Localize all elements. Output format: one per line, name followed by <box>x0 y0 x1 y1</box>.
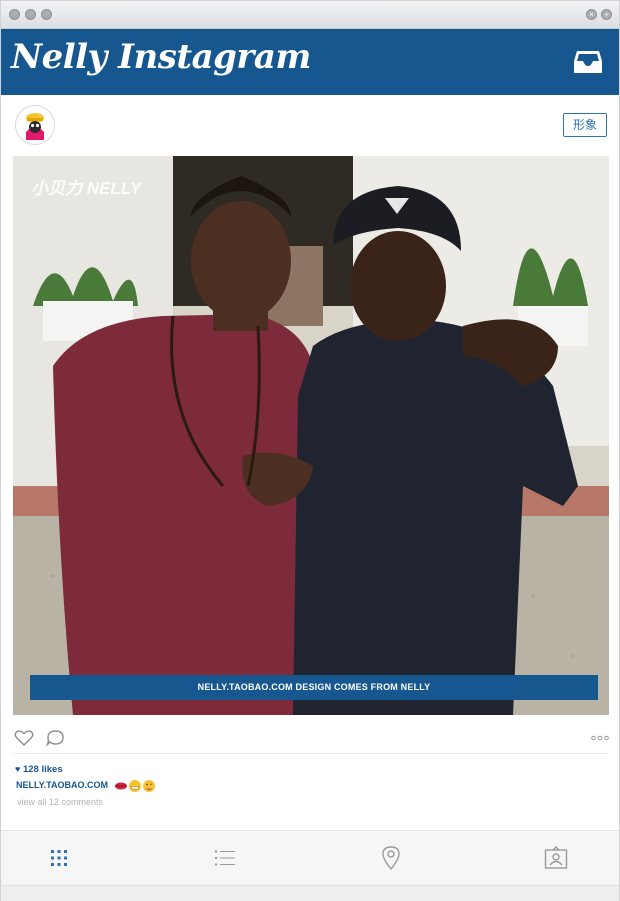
inbox-icon[interactable] <box>573 49 603 75</box>
post-username[interactable]: NELLY.TAOBAO.COM <box>16 780 108 790</box>
lips-emoji-icon <box>115 782 127 790</box>
nav-location[interactable] <box>309 831 463 885</box>
post-photo[interactable]: 小贝力 NELLY NELLY.TAOBAO.COM DESIGN COMES … <box>13 156 609 715</box>
location-pin-icon <box>382 846 400 871</box>
window-zoom-dot[interactable] <box>41 9 52 20</box>
bottom-nav <box>1 830 619 885</box>
photo-illustration <box>13 156 609 715</box>
browser-window: × + Nelly Instagram 形象 小贝力 NELLY NELLY.T… <box>0 0 620 901</box>
avatar[interactable] <box>15 105 55 145</box>
window-bottom-bar <box>1 885 619 901</box>
photo-brand-watermark: 小贝力 NELLY <box>31 179 142 198</box>
small-heart-icon: ♥ <box>15 764 21 774</box>
heart-icon[interactable] <box>14 729 34 747</box>
window-minimize-dot[interactable] <box>25 9 36 20</box>
list-icon <box>215 850 235 866</box>
divider <box>13 753 609 754</box>
window-close-dot[interactable] <box>9 9 20 20</box>
more-icon[interactable] <box>591 735 609 741</box>
close-tab-icon[interactable]: × <box>586 9 597 20</box>
likes-label: 128 likes <box>22 764 63 775</box>
grin-emoji-icon <box>129 780 141 792</box>
post-header: 形象 <box>1 96 619 152</box>
post-actions <box>1 723 619 753</box>
comment-icon[interactable] <box>46 729 65 747</box>
photo-caption-banner: NELLY.TAOBAO.COM DESIGN COMES FROM NELLY <box>30 675 598 700</box>
grid-icon <box>51 850 67 866</box>
likes-count[interactable]: ♥ 128 likes <box>15 764 63 775</box>
caption-emojis <box>115 780 155 792</box>
nav-grid[interactable] <box>1 831 155 885</box>
app-header: Nelly Instagram <box>1 29 619 95</box>
view-comments-link[interactable]: view all 12 comments <box>17 797 103 807</box>
window-titlebar: × + <box>1 1 619 29</box>
nav-tagged[interactable] <box>463 831 617 885</box>
wink-emoji-icon <box>143 780 155 792</box>
nav-list[interactable] <box>155 831 309 885</box>
brand-title: Nelly Instagram <box>11 37 311 77</box>
follow-button[interactable]: 形象 <box>563 113 607 137</box>
tagged-user-icon <box>544 846 568 869</box>
add-tab-icon[interactable]: + <box>601 9 612 20</box>
